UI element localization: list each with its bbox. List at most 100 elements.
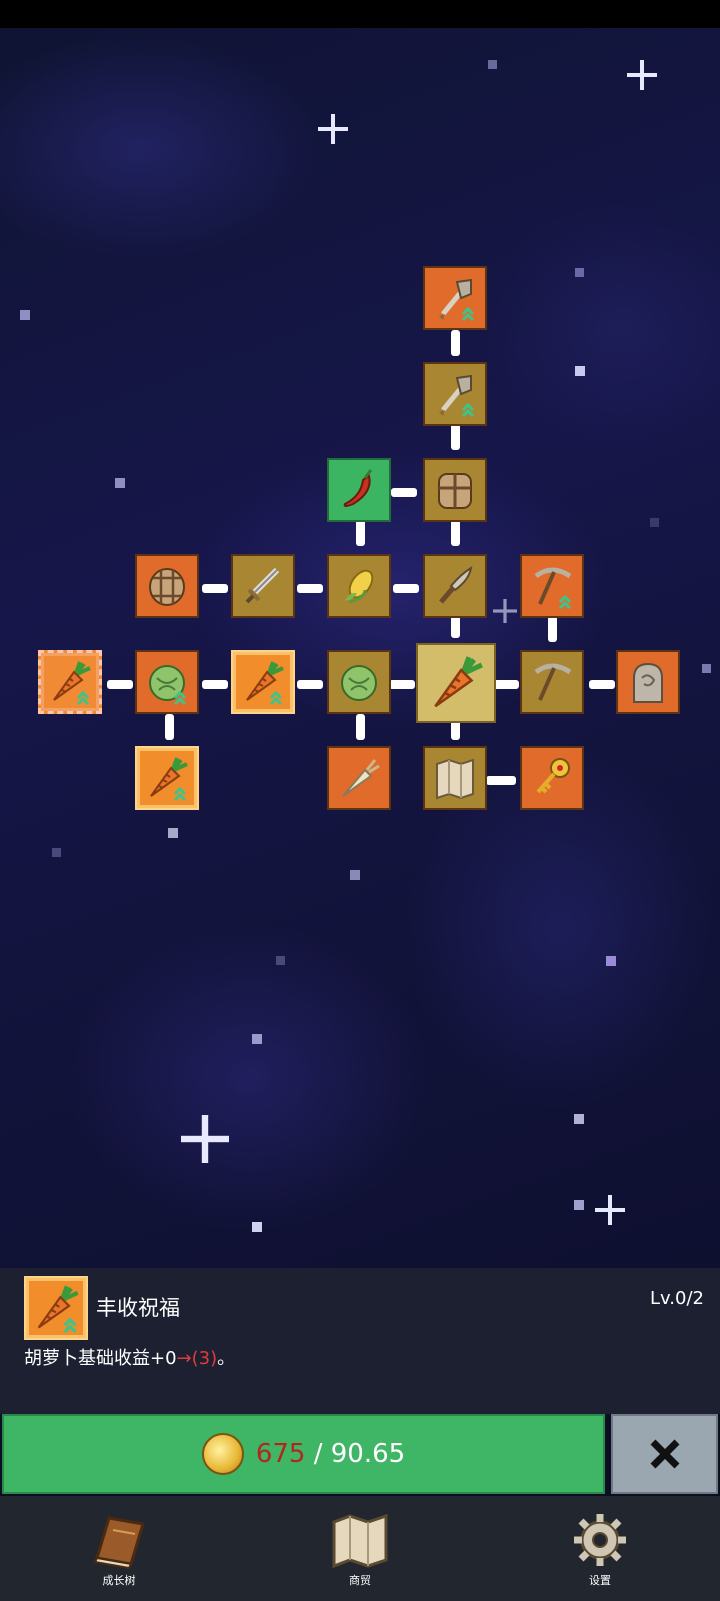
connector (297, 680, 323, 689)
star (276, 956, 285, 965)
coin-icon (201, 1433, 244, 1475)
carrot-icon (30, 1282, 82, 1334)
star (252, 1034, 262, 1044)
star (115, 478, 125, 488)
skill-node-carrot-center-selected[interactable] (416, 643, 496, 723)
selected-skill-icon (24, 1276, 88, 1340)
skill-node-carrot-left[interactable] (231, 650, 295, 714)
star (168, 828, 178, 838)
chili-icon (335, 466, 383, 514)
connector (202, 584, 228, 593)
connector (451, 720, 460, 740)
skill-node-parsnip[interactable] (327, 746, 391, 810)
description-end: 。 (217, 1348, 236, 1369)
connector (451, 424, 460, 450)
map-icon (431, 754, 479, 802)
corn-icon (335, 562, 383, 610)
description-next-value: →(3) (176, 1348, 218, 1369)
connector (165, 714, 174, 740)
nav-settings[interactable]: 设置 (545, 1510, 655, 1595)
skill-node-pickaxe-top[interactable] (520, 554, 584, 618)
key-icon (528, 754, 576, 802)
skill-tree-area (0, 28, 720, 1268)
nav-trade[interactable]: 商贸 (305, 1510, 415, 1595)
skill-node-sword[interactable] (231, 554, 295, 618)
shovel-icon (431, 274, 479, 322)
connector (356, 714, 365, 740)
star (488, 60, 497, 69)
book-icon (93, 1516, 145, 1570)
cabbage-icon (143, 658, 191, 706)
barrel-icon (143, 562, 191, 610)
skill-node-corn[interactable] (327, 554, 391, 618)
skill-node-cabbage-mid[interactable] (327, 650, 391, 714)
star (575, 366, 585, 376)
nav-label: 设置 (589, 1574, 611, 1587)
hooded-figure-icon (624, 658, 672, 706)
star (52, 848, 61, 857)
gear-icon (574, 1514, 626, 1566)
skill-node-shovel-mid[interactable] (423, 362, 487, 426)
skill-node-barrel[interactable] (135, 554, 199, 618)
sparkle-star (181, 1115, 229, 1163)
skill-node-pickaxe-mid[interactable] (520, 650, 584, 714)
connector (451, 616, 460, 638)
skill-node-chili[interactable] (327, 458, 391, 522)
upgrade-button[interactable]: 675 / 90.65 (2, 1414, 605, 1494)
connector (107, 680, 133, 689)
sparkle-star (627, 60, 657, 90)
skill-node-cabbage-left[interactable] (135, 650, 199, 714)
star (702, 664, 711, 673)
connector (391, 488, 417, 497)
sword-icon (239, 562, 287, 610)
skill-description: 胡萝卜基础收益+0→(3)。 (24, 1344, 235, 1370)
upgrade-cost: 675 (255, 1439, 306, 1469)
knife-icon (431, 562, 479, 610)
connector (202, 680, 228, 689)
connector (393, 584, 419, 593)
skill-node-key[interactable] (520, 746, 584, 810)
connector (486, 776, 516, 785)
status-bar (0, 0, 720, 28)
price-separator: / (313, 1439, 323, 1469)
pickaxe-icon (528, 562, 576, 610)
connector (451, 520, 460, 546)
skill-node-shovel-top[interactable] (423, 266, 487, 330)
connector (493, 680, 519, 689)
nav-growth-tree[interactable]: 成长树 (64, 1510, 174, 1595)
star (575, 268, 584, 277)
star (20, 310, 30, 320)
sparkle-star (493, 599, 517, 623)
close-x-icon (650, 1439, 679, 1469)
connector (548, 616, 557, 642)
description-text: 胡萝卜基础收益+0 (24, 1348, 177, 1369)
star (574, 1114, 584, 1124)
carrot-icon (46, 658, 94, 706)
connector (389, 680, 415, 689)
coin-balance: 90.65 (330, 1439, 406, 1469)
skill-node-carrot-far-left[interactable] (38, 650, 102, 714)
connector (356, 520, 365, 546)
backpack-icon (431, 466, 479, 514)
skill-info-panel (0, 1268, 720, 1414)
connector (451, 330, 460, 356)
close-button[interactable] (611, 1414, 718, 1494)
sparkle-star (318, 114, 348, 144)
cabbage-icon (335, 658, 383, 706)
star (350, 870, 360, 880)
skill-node-carrot-bottom[interactable] (135, 746, 199, 810)
star (606, 956, 616, 966)
price-display: 675 / 90.65 (256, 1439, 405, 1469)
star (252, 1222, 262, 1232)
skill-title: 丰收祝福 (96, 1296, 180, 1320)
shovel-icon (431, 370, 479, 418)
skill-node-backpack[interactable] (423, 458, 487, 522)
sparkle-star (595, 1195, 625, 1225)
nav-label: 成长树 (102, 1574, 136, 1587)
skill-node-knife[interactable] (423, 554, 487, 618)
skill-node-map[interactable] (423, 746, 487, 810)
skill-node-hooded-figure[interactable] (616, 650, 680, 714)
carrot-icon (239, 658, 287, 706)
map-icon (332, 1513, 388, 1569)
carrot-icon (143, 754, 191, 802)
